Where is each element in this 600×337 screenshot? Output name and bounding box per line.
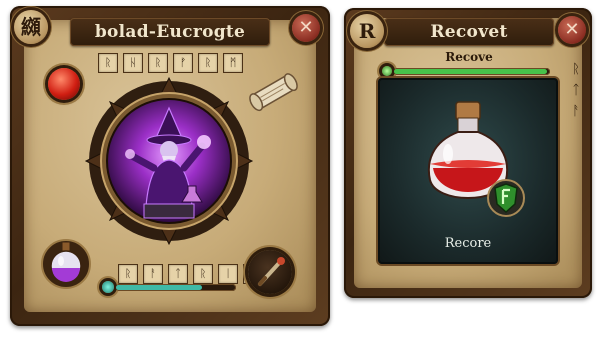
- wand-glyph: [258, 257, 285, 286]
- scroll-icon[interactable]: [246, 68, 302, 118]
- recovery-progress-fill: [394, 69, 547, 74]
- progress-orb-icon: [382, 66, 392, 76]
- item-display: Recore: [378, 78, 558, 264]
- rune-side-strip: ᚱᛏᚨ: [566, 62, 586, 119]
- rune-tile: ᛏ: [168, 264, 188, 284]
- rune-tile: ᛗ: [223, 53, 243, 73]
- wand-icon[interactable]: [248, 250, 292, 294]
- red-gem-icon[interactable]: [48, 68, 80, 100]
- rune-tile: ᚱ: [148, 53, 168, 73]
- progress-orb-icon: [102, 281, 114, 293]
- rune-tile: ᚱ: [198, 53, 218, 73]
- rune-tile: ᚱ: [98, 53, 118, 73]
- panel-subtitle: Recove: [445, 50, 493, 64]
- recovery-panel: Recovet R ✕ Recove ᚱᛏᚨ Recore: [344, 8, 592, 298]
- recovery-progress-bar: [394, 68, 550, 75]
- side-rune: ᚨ: [572, 104, 580, 119]
- spell-panel: bolad-Eucrogte 纐 ✕ ᚱᚺᚱᚠᚱᛗ ᚱ ᚨ ᛏ ᚱ ᛁ: [10, 6, 330, 326]
- rune-tile: ᚱ: [193, 264, 213, 284]
- recovery-badge-icon[interactable]: R: [350, 14, 384, 48]
- wizard-portrait-icon[interactable]: [84, 76, 254, 246]
- rune-tile: ᛁ: [218, 264, 238, 284]
- spell-progress-bar: [116, 284, 236, 291]
- rune-tile: ᚺ: [123, 53, 143, 73]
- green-shield-icon[interactable]: [486, 176, 526, 220]
- purple-potion-icon[interactable]: [40, 234, 92, 290]
- side-rune: ᚱ: [572, 62, 580, 77]
- close-button[interactable]: ✕: [558, 16, 586, 44]
- spell-progress-fill: [116, 285, 203, 290]
- spellbook-badge-icon[interactable]: 纐: [14, 10, 48, 44]
- rune-tile: ᚱ: [118, 264, 138, 284]
- item-label: Recore: [444, 236, 492, 251]
- rune-row-top: ᚱᚺᚱᚠᚱᛗ: [98, 53, 243, 73]
- panel-title: Recovet: [384, 18, 554, 46]
- rune-tile: ᚨ: [143, 264, 163, 284]
- panel-title: bolad-Eucrogte: [70, 18, 270, 46]
- rune-tile: ᚠ: [173, 53, 193, 73]
- close-button[interactable]: ✕: [292, 14, 320, 42]
- side-rune: ᛏ: [572, 83, 580, 98]
- rune-row-bottom: ᚱᚨᛏᚱᛁᚠ: [118, 264, 263, 284]
